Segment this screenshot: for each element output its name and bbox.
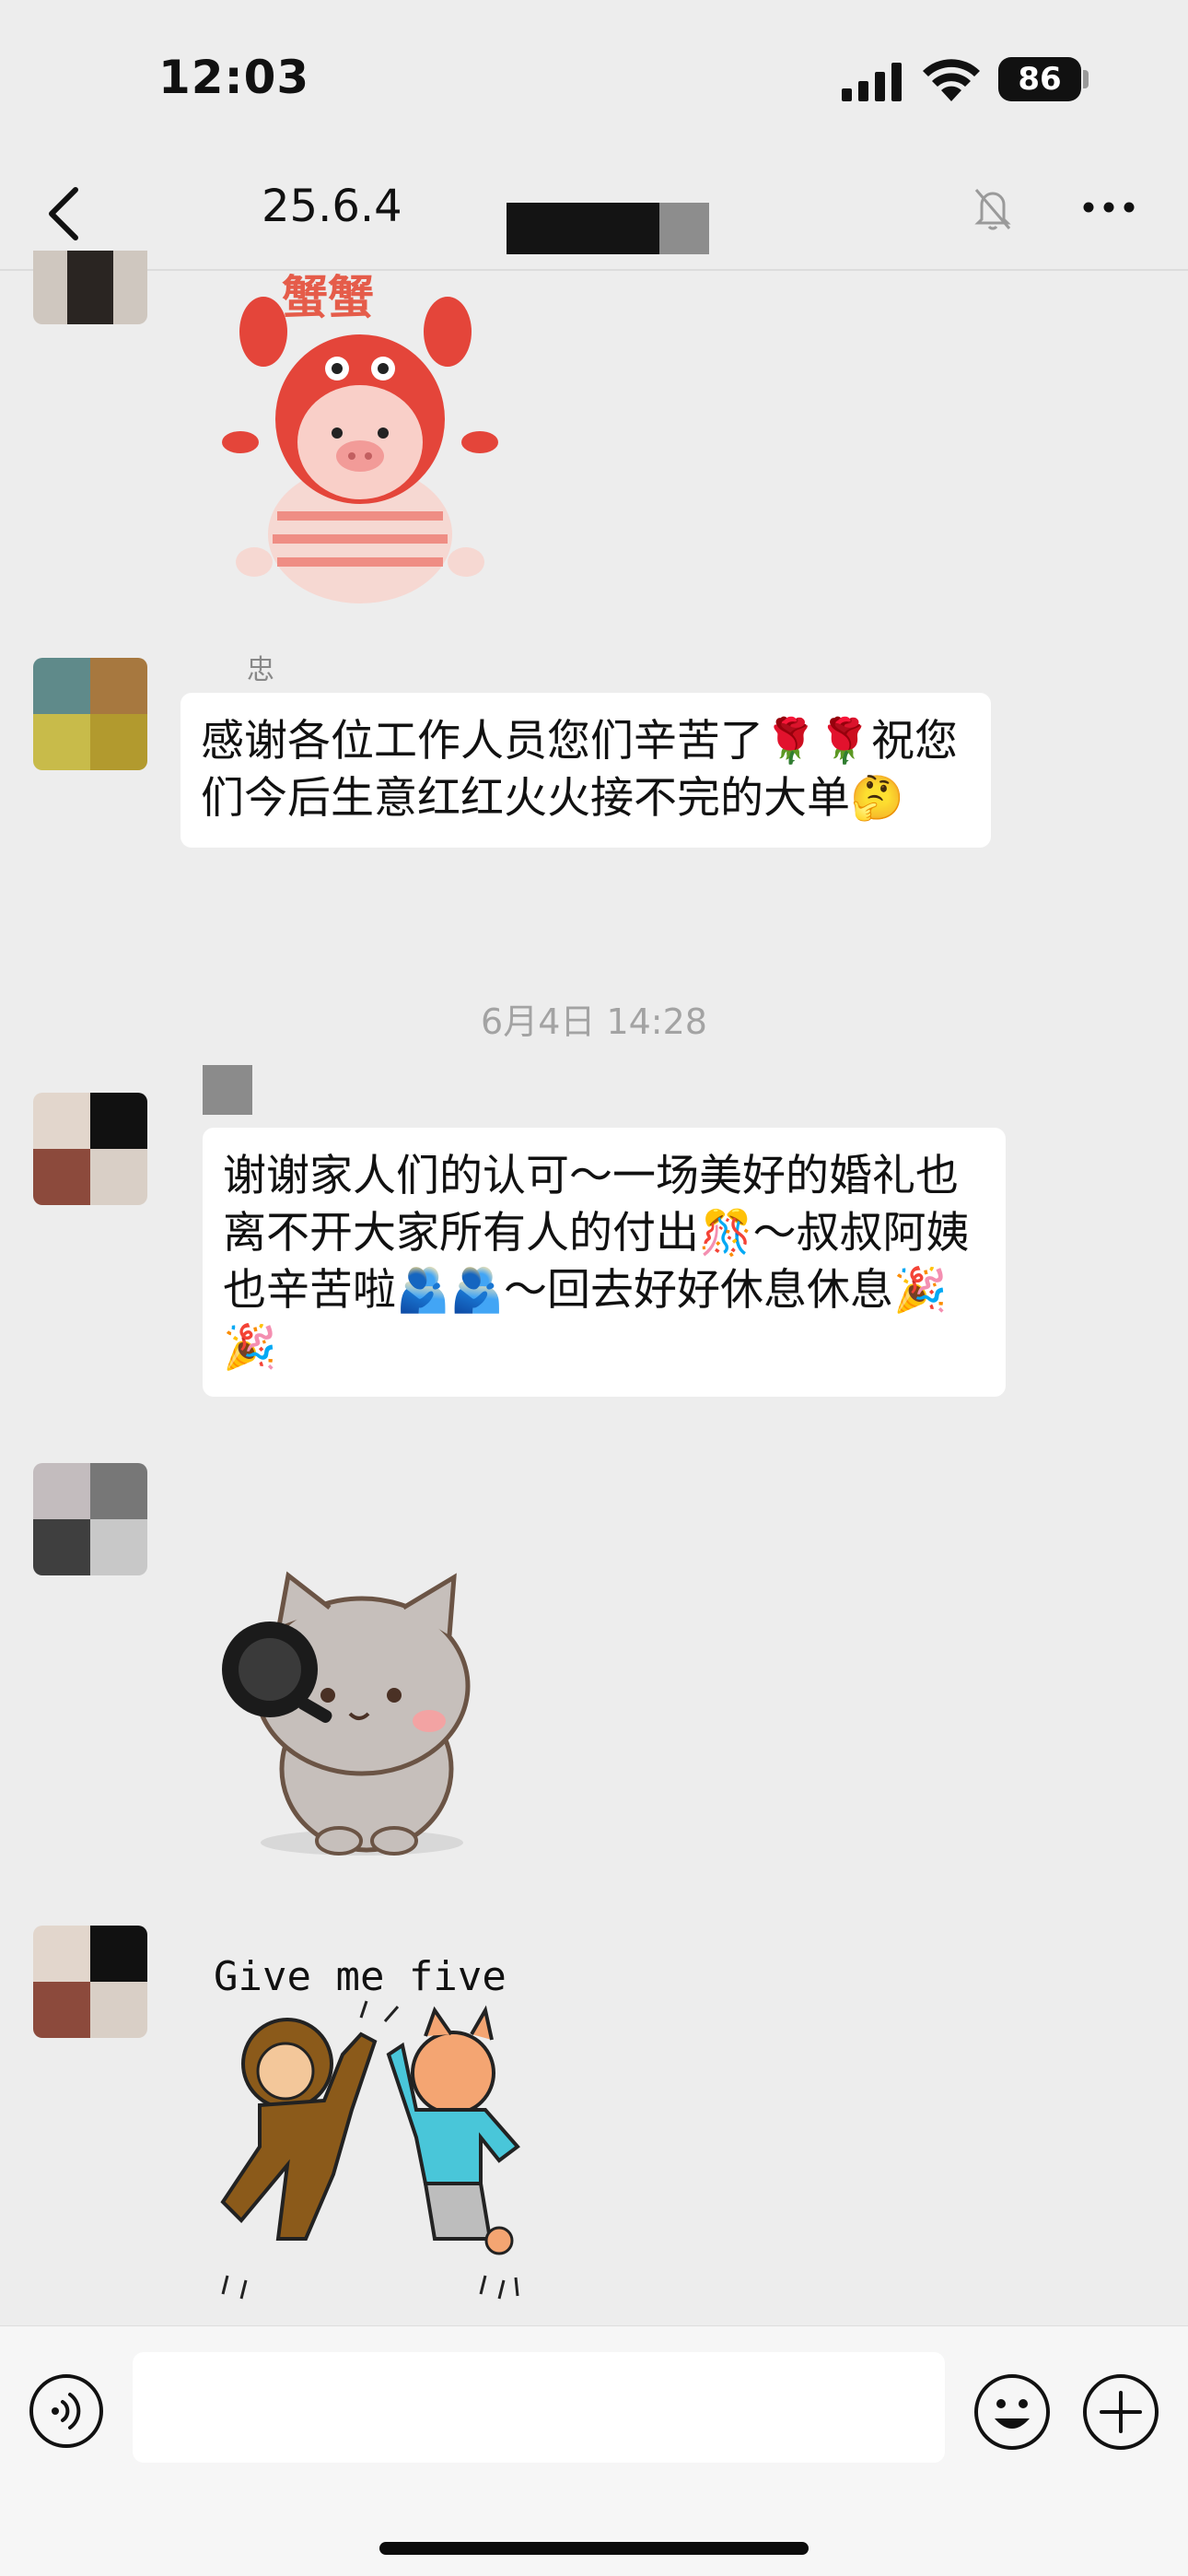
cat-pan-sticker[interactable]	[210, 1557, 505, 1889]
svg-text:蟹蟹: 蟹蟹	[282, 271, 374, 324]
battery-level: 86	[998, 57, 1081, 101]
sticker-caption: Give me five	[214, 1953, 507, 2000]
sender-avatar-redacted	[203, 1065, 252, 1115]
chat-header: 25.6.4	[0, 157, 1188, 271]
crab-pig-sticker[interactable]: 蟹蟹	[199, 258, 521, 617]
avatar[interactable]	[33, 1926, 147, 2038]
high-five-sticker[interactable]: Give me five	[204, 1944, 554, 2313]
home-indicator	[379, 2542, 809, 2555]
signal-icon	[842, 63, 902, 101]
ellipsis-icon[interactable]	[1081, 193, 1136, 221]
voice-icon[interactable]	[28, 2372, 105, 2450]
avatar[interactable]	[33, 251, 147, 324]
avatar[interactable]	[33, 1093, 147, 1205]
bell-slash-icon	[974, 189, 1011, 230]
status-bar: 12:03 86	[0, 0, 1188, 157]
chat-title[interactable]: 25.6.4	[262, 181, 402, 232]
message-text: 感谢各位工作人员您们辛苦了🌹🌹祝您们今后生意红红火火接不完的大单🤔	[201, 716, 959, 824]
high-five-drawing	[220, 2000, 520, 2300]
message-bubble[interactable]: 感谢各位工作人员您们辛苦了🌹🌹祝您们今后生意红红火火接不完的大单🤔	[181, 693, 991, 848]
redacted-block-gray	[659, 203, 709, 254]
chevron-left-icon[interactable]	[42, 184, 88, 243]
smiley-icon[interactable]	[973, 2372, 1052, 2452]
redacted-block	[507, 203, 661, 254]
avatar[interactable]	[33, 658, 147, 770]
plus-icon[interactable]	[1081, 2372, 1160, 2452]
input-bar	[0, 2325, 1188, 2576]
avatar[interactable]	[33, 1463, 147, 1575]
message-timestamp: 6月4日 14:28	[481, 1001, 707, 1042]
status-time: 12:03	[158, 51, 310, 104]
sender-name: 忠	[247, 654, 274, 686]
message-bubble[interactable]: 谢谢家人们的认可～一场美好的婚礼也离不开大家所有人的付出🎊～叔叔阿姨也辛苦啦🫂🫂…	[203, 1128, 1006, 1397]
wifi-icon	[923, 59, 980, 101]
message-text: 谢谢家人们的认可～一场美好的婚礼也离不开大家所有人的付出🎊～叔叔阿姨也辛苦啦🫂🫂…	[223, 1151, 970, 1373]
battery-tip	[1083, 70, 1089, 88]
message-input[interactable]	[133, 2352, 945, 2463]
